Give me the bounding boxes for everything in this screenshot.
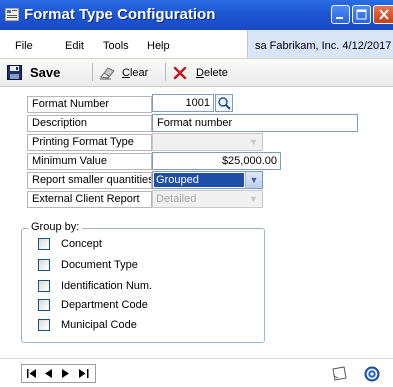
previous-record-icon[interactable] <box>45 369 52 378</box>
document-type-checkbox-label: Document Type <box>61 259 138 271</box>
toolbar-separator <box>92 63 93 81</box>
bottom-status-bar <box>0 358 393 387</box>
format-type-configuration-window: Format Type Configuration File Edit Tool… <box>0 0 393 387</box>
delete-label: Delete <box>196 67 228 79</box>
group-by-title: Group by: <box>28 221 83 233</box>
delete-button[interactable]: Delete <box>173 59 228 86</box>
close-button[interactable] <box>373 5 393 24</box>
eraser-icon <box>100 67 115 80</box>
toolbar: Save Clear Delete <box>0 59 393 87</box>
report-smaller-quantities-value: Grouped <box>154 173 244 187</box>
group-by-municipal-code-option[interactable]: Municipal Code <box>38 318 137 332</box>
magnifier-icon <box>218 97 231 110</box>
maximize-button[interactable] <box>352 5 371 24</box>
minimize-icon <box>336 17 343 19</box>
external-client-report-label: External Client Report <box>27 191 152 208</box>
clear-label-rest: lear <box>129 66 149 79</box>
report-smaller-quantities-dropdown[interactable]: Grouped ▼ <box>152 171 263 189</box>
menu-file[interactable]: File <box>15 40 33 52</box>
description-field[interactable]: Format number <box>152 114 358 132</box>
menu-tools[interactable]: Tools <box>103 40 129 52</box>
municipal-code-checkbox-label: Municipal Code <box>61 319 137 331</box>
first-record-icon[interactable] <box>27 369 37 378</box>
user-company-date-info: sa Fabrikam, Inc. 4/12/2017 <box>247 30 393 58</box>
maximize-icon <box>356 9 367 20</box>
floppy-disk-icon <box>7 65 22 80</box>
concept-checkbox[interactable] <box>38 238 50 250</box>
clear-label-accelerator: C <box>122 66 130 79</box>
minimize-button[interactable] <box>331 5 350 24</box>
delete-label-rest: elete <box>203 66 228 79</box>
department-code-checkbox-label: Department Code <box>61 299 148 311</box>
window-title: Format Type Configuration <box>24 6 216 23</box>
format-number-field[interactable]: 1001 <box>152 94 214 112</box>
chevron-down-icon: ▼ <box>249 194 258 204</box>
description-label: Description <box>27 115 152 132</box>
format-number-lookup-button[interactable] <box>215 94 233 112</box>
clear-label: Clear <box>122 67 148 79</box>
menu-edit[interactable]: Edit <box>65 40 84 52</box>
help-icon[interactable] <box>364 366 380 382</box>
group-by-concept-option[interactable]: Concept <box>38 237 102 251</box>
close-icon <box>379 9 389 20</box>
format-number-value: 1001 <box>185 97 210 109</box>
group-by-identification-num-option[interactable]: Identification Num. <box>38 279 152 293</box>
minimum-value-label: Minimum Value <box>27 153 152 170</box>
user-info-text: sa Fabrikam, Inc. 4/12/2017 <box>255 40 392 52</box>
printing-format-type-dropdown[interactable]: ▼ <box>152 133 263 151</box>
group-by-department-code-option[interactable]: Department Code <box>38 298 148 312</box>
chevron-down-icon: ▼ <box>249 137 258 147</box>
record-navigation <box>21 364 96 383</box>
identification-num-checkbox[interactable] <box>38 280 50 292</box>
report-smaller-quantities-label: Report smaller quantities <box>27 172 152 189</box>
note-icon[interactable] <box>330 366 348 382</box>
external-client-report-dropdown[interactable]: Detailed ▼ <box>152 190 263 208</box>
external-client-report-value: Detailed <box>156 193 197 205</box>
delete-label-accelerator: D <box>196 66 204 79</box>
identification-num-checkbox-label: Identification Num. <box>61 280 153 292</box>
window-app-icon <box>5 8 19 21</box>
minimum-value-field[interactable]: $25,000.00 <box>152 152 281 170</box>
delete-x-icon <box>173 66 187 79</box>
description-value: Format number <box>157 117 233 129</box>
document-type-checkbox[interactable] <box>38 259 50 271</box>
department-code-checkbox[interactable] <box>38 299 50 311</box>
concept-checkbox-label: Concept <box>61 238 102 250</box>
toolbar-separator <box>165 63 166 81</box>
save-button[interactable]: Save <box>7 59 60 86</box>
title-bar[interactable]: Format Type Configuration <box>0 0 393 30</box>
clear-button[interactable]: Clear <box>99 59 148 86</box>
chevron-down-icon: ▼ <box>245 172 262 188</box>
printing-format-type-label: Printing Format Type <box>27 134 152 151</box>
menu-help[interactable]: Help <box>147 40 170 52</box>
save-label: Save <box>30 65 61 80</box>
next-record-icon[interactable] <box>62 369 69 378</box>
group-by-document-type-option[interactable]: Document Type <box>38 258 138 272</box>
format-number-label: Format Number <box>27 96 152 113</box>
last-record-icon[interactable] <box>79 369 89 378</box>
municipal-code-checkbox[interactable] <box>38 319 50 331</box>
minimum-value-value: $25,000.00 <box>221 155 277 167</box>
